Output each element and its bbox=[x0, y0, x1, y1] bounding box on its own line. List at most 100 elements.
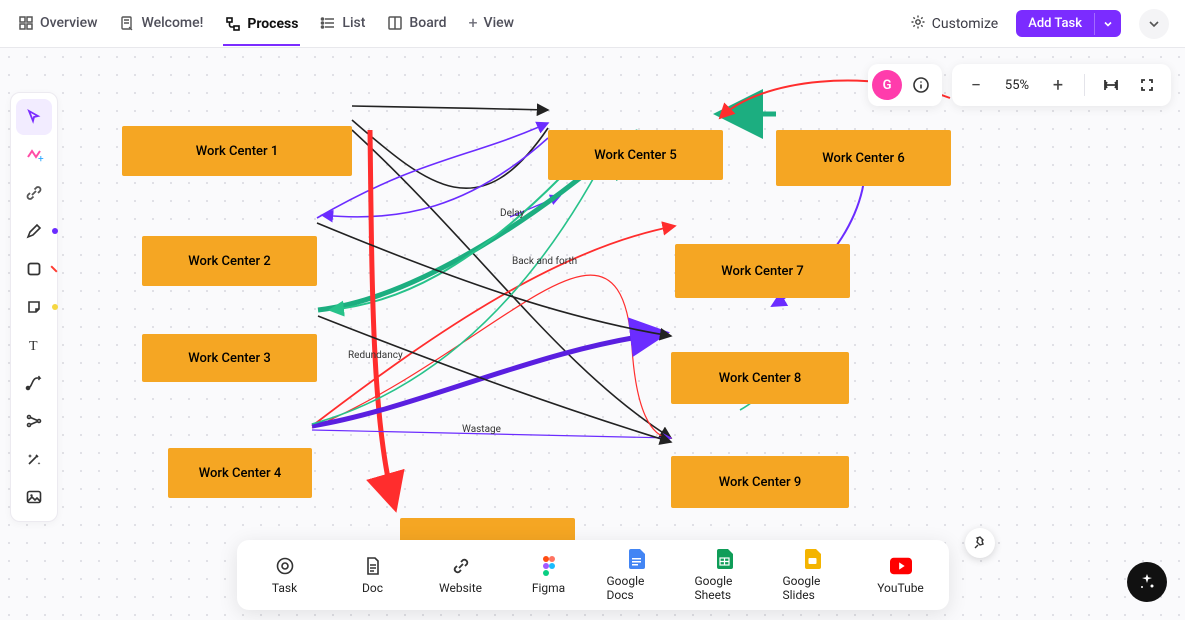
node-label: Work Center 1 bbox=[196, 144, 278, 159]
node-wc2[interactable]: Work Center 2 bbox=[142, 236, 317, 286]
insert-dock: Task Doc Website Figma Google Docs Googl… bbox=[237, 540, 949, 610]
dock-task[interactable]: Task bbox=[255, 555, 315, 595]
node-wc8[interactable]: Work Center 8 bbox=[671, 352, 849, 404]
edge-label-wastage: Wastage bbox=[462, 424, 501, 435]
tab-label: List bbox=[342, 15, 365, 31]
dock-label: Google Sheets bbox=[695, 574, 755, 602]
dock-gdocs[interactable]: Google Docs bbox=[607, 548, 667, 602]
tool-image[interactable] bbox=[16, 479, 52, 515]
node-wc5[interactable]: Work Center 5 bbox=[548, 130, 723, 180]
task-icon bbox=[274, 555, 296, 577]
more-menu-button[interactable] bbox=[1139, 9, 1169, 39]
dock-label: Doc bbox=[362, 581, 383, 595]
customize-button[interactable]: Customize bbox=[910, 14, 998, 34]
tab-label: Process bbox=[247, 16, 298, 32]
tab-add-view[interactable]: + View bbox=[466, 1, 516, 46]
add-task-label: Add Task bbox=[1016, 10, 1094, 37]
tab-label: View bbox=[484, 15, 515, 31]
view-tabs: Overview Welcome! Process List Board bbox=[16, 1, 516, 46]
pen-color-indicator bbox=[52, 228, 58, 234]
tool-cursor[interactable] bbox=[16, 99, 52, 135]
dock-label: YouTube bbox=[877, 581, 924, 595]
welcome-icon bbox=[119, 15, 135, 31]
sticky-color-indicator bbox=[52, 304, 58, 310]
node-wc3[interactable]: Work Center 3 bbox=[142, 334, 317, 382]
fit-width-button[interactable] bbox=[1097, 71, 1125, 99]
edge-label-redundancy: Redundancy bbox=[348, 350, 403, 361]
tab-label: Welcome! bbox=[141, 15, 203, 31]
youtube-icon bbox=[890, 555, 912, 577]
tool-connector[interactable] bbox=[16, 365, 52, 401]
tab-list[interactable]: List bbox=[318, 3, 367, 45]
tool-link[interactable] bbox=[16, 175, 52, 211]
node-label: Work Center 8 bbox=[719, 371, 801, 386]
board-icon bbox=[387, 15, 403, 31]
gslides-icon bbox=[802, 548, 824, 570]
overview-icon bbox=[18, 15, 34, 31]
dock-gsheets[interactable]: Google Sheets bbox=[695, 548, 755, 602]
node-label: Work Center 4 bbox=[199, 466, 281, 481]
avatar[interactable]: G bbox=[872, 70, 902, 100]
presence-pill: G bbox=[868, 64, 942, 106]
tool-sticky[interactable] bbox=[16, 289, 52, 325]
process-icon bbox=[225, 16, 241, 32]
customize-label: Customize bbox=[932, 16, 998, 32]
canvas-controls: G − 55% + bbox=[868, 64, 1171, 106]
fullscreen-button[interactable] bbox=[1133, 71, 1161, 99]
node-wc7[interactable]: Work Center 7 bbox=[675, 244, 850, 298]
node-label: Work Center 9 bbox=[719, 475, 801, 490]
svg-text:T: T bbox=[29, 339, 38, 353]
zoom-in-button[interactable]: + bbox=[1044, 71, 1072, 99]
node-label: Work Center 5 bbox=[594, 148, 676, 163]
tool-rect[interactable] bbox=[16, 251, 52, 287]
dock-label: Figma bbox=[532, 581, 565, 595]
tool-pen[interactable] bbox=[16, 213, 52, 249]
dock-website[interactable]: Website bbox=[431, 555, 491, 595]
rect-color-indicator bbox=[50, 265, 57, 272]
tool-text[interactable]: T bbox=[16, 327, 52, 363]
zoom-out-button[interactable]: − bbox=[962, 71, 990, 99]
link-icon bbox=[450, 555, 472, 577]
gsheets-icon bbox=[714, 548, 736, 570]
add-task-dropdown[interactable] bbox=[1094, 13, 1121, 35]
dock-gslides[interactable]: Google Slides bbox=[783, 548, 843, 602]
dock-label: Google Docs bbox=[607, 574, 667, 602]
tab-overview[interactable]: Overview bbox=[16, 3, 99, 45]
tab-process[interactable]: Process bbox=[223, 2, 300, 46]
plus-icon: + bbox=[468, 13, 477, 32]
info-button[interactable] bbox=[906, 70, 936, 100]
dock-label: Website bbox=[439, 581, 482, 595]
node-label: Work Center 3 bbox=[188, 351, 270, 366]
gear-icon bbox=[910, 14, 926, 34]
top-nav: Overview Welcome! Process List Board bbox=[0, 0, 1185, 48]
tool-magic[interactable] bbox=[16, 441, 52, 477]
whiteboard-canvas[interactable]: Work Center 1 Work Center 2 Work Center … bbox=[0, 48, 1185, 620]
tab-welcome[interactable]: Welcome! bbox=[117, 3, 205, 45]
dock-doc[interactable]: Doc bbox=[343, 555, 403, 595]
ai-fab-button[interactable] bbox=[1127, 562, 1167, 602]
figma-icon bbox=[538, 555, 560, 577]
tab-label: Board bbox=[409, 15, 446, 31]
node-wc9[interactable]: Work Center 9 bbox=[671, 456, 849, 508]
node-wc4a[interactable]: Work Center 4 bbox=[168, 448, 312, 498]
tab-label: Overview bbox=[40, 15, 97, 31]
node-label: Work Center 6 bbox=[822, 151, 904, 166]
doc-icon bbox=[362, 555, 384, 577]
add-task-button[interactable]: Add Task bbox=[1016, 10, 1121, 37]
tool-ai-shape[interactable]: + bbox=[16, 137, 52, 173]
node-wc1[interactable]: Work Center 1 bbox=[122, 126, 352, 176]
node-label: Work Center 7 bbox=[721, 264, 803, 279]
dock-label: Google Slides bbox=[783, 574, 843, 602]
tab-board[interactable]: Board bbox=[385, 3, 448, 45]
node-wc6[interactable]: Work Center 6 bbox=[776, 130, 951, 186]
zoom-value: 55% bbox=[998, 78, 1036, 93]
left-toolbar: + T bbox=[10, 92, 58, 522]
dock-label: Task bbox=[272, 581, 297, 595]
dock-figma[interactable]: Figma bbox=[519, 555, 579, 595]
pin-dock-button[interactable] bbox=[965, 528, 995, 558]
gdocs-icon bbox=[626, 548, 648, 570]
node-label: Work Center 2 bbox=[188, 254, 270, 269]
tool-tree[interactable] bbox=[16, 403, 52, 439]
dock-youtube[interactable]: YouTube bbox=[871, 555, 931, 595]
list-icon bbox=[320, 15, 336, 31]
